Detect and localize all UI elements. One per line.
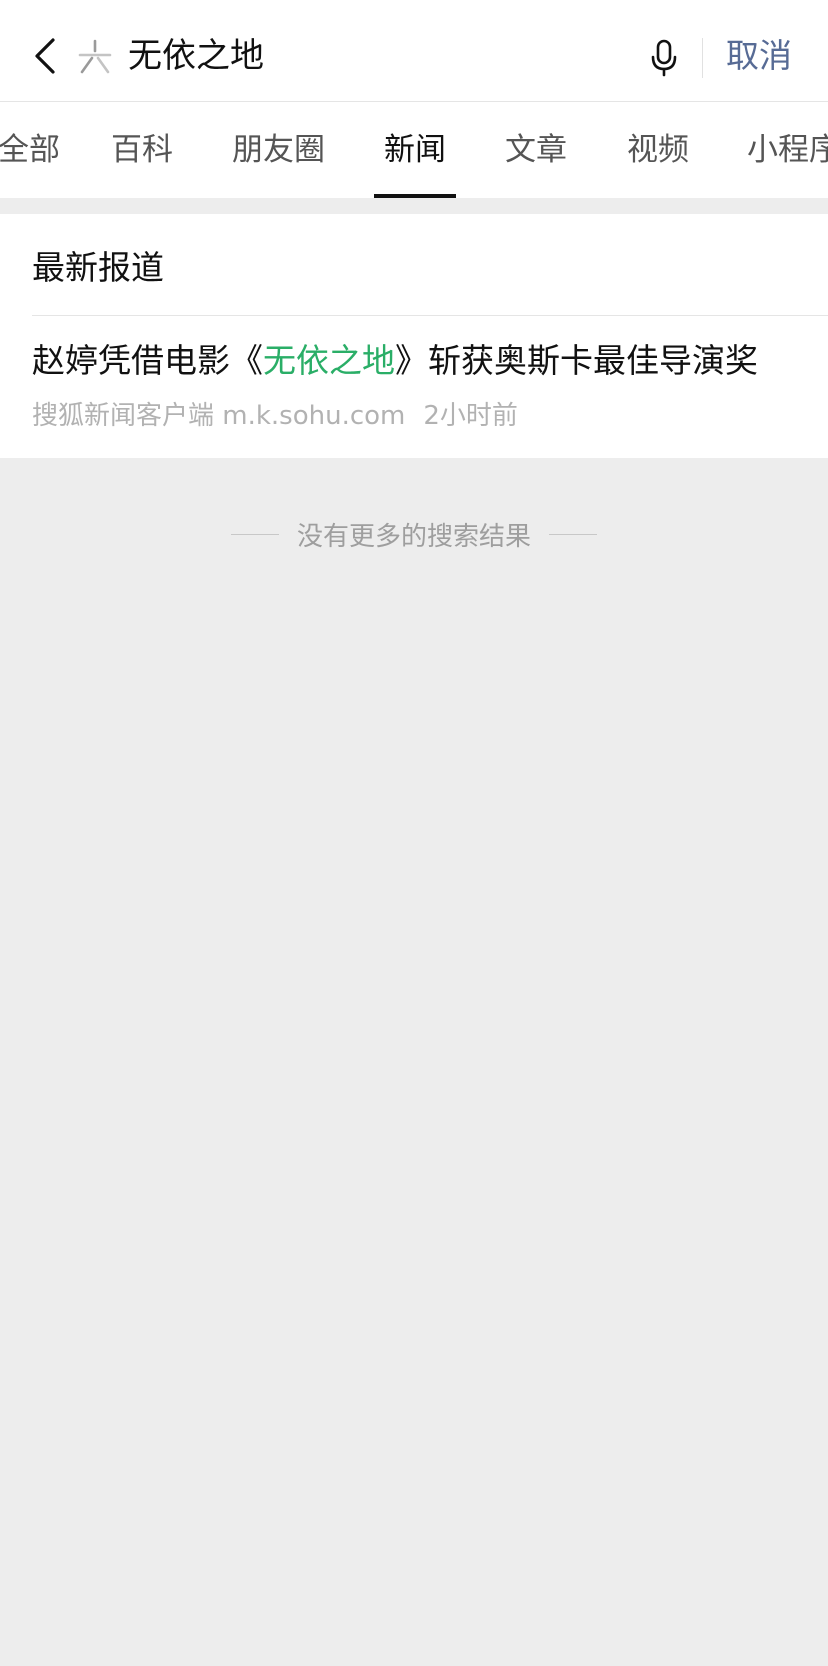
news-title: 赵婷凭借电影《无依之地》斩获奥斯卡最佳导演奖 — [32, 336, 758, 386]
end-line-right — [549, 533, 597, 535]
search-app-logo-icon — [76, 38, 114, 76]
back-button[interactable] — [28, 34, 62, 78]
microphone-icon — [651, 39, 677, 77]
end-of-results: 没有更多的搜索结果 — [0, 514, 828, 554]
news-title-prefix: 赵婷凭借电影《 — [32, 341, 263, 380]
tab-encyclopedia[interactable]: 百科 — [111, 102, 173, 198]
tab-articles[interactable]: 文章 — [505, 102, 567, 198]
tab-mini-programs[interactable]: 小程序 — [747, 102, 828, 198]
cancel-button[interactable]: 取消 — [726, 30, 792, 82]
news-title-highlight: 无依之地 — [263, 341, 395, 380]
search-input[interactable]: 无依之地 — [128, 30, 264, 82]
tab-news[interactable]: 新闻 — [384, 102, 446, 198]
chevron-left-icon — [35, 38, 55, 74]
news-result-item[interactable]: 赵婷凭借电影《无依之地》斩获奥斯卡最佳导演奖 搜狐新闻客户端 m.k.sohu.… — [0, 316, 828, 458]
search-bar-divider — [702, 38, 703, 78]
voice-input-button[interactable] — [645, 36, 683, 80]
tab-videos[interactable]: 视频 — [627, 102, 689, 198]
news-time: 2小时前 — [423, 401, 518, 431]
news-source: 搜狐新闻客户端 m.k.sohu.com — [32, 401, 406, 431]
results-card: 最新报道 赵婷凭借电影《无依之地》斩获奥斯卡最佳导演奖 搜狐新闻客户端 m.k.… — [0, 214, 828, 458]
news-meta: 搜狐新闻客户端 m.k.sohu.com 2小时前 — [32, 396, 518, 436]
search-bar: 无依之地 取消 — [0, 0, 828, 102]
tab-all[interactable]: 全部 — [0, 102, 60, 198]
news-title-suffix: 》斩获奥斯卡最佳导演奖 — [395, 341, 758, 380]
tab-moments[interactable]: 朋友圈 — [232, 102, 325, 198]
category-tabs: 全部 百科 朋友圈 新闻 文章 视频 小程序 — [0, 102, 828, 198]
section-gap — [0, 198, 828, 214]
section-title: 最新报道 — [32, 248, 164, 287]
end-line-left — [230, 533, 279, 535]
end-of-results-text: 没有更多的搜索结果 — [296, 521, 531, 552]
